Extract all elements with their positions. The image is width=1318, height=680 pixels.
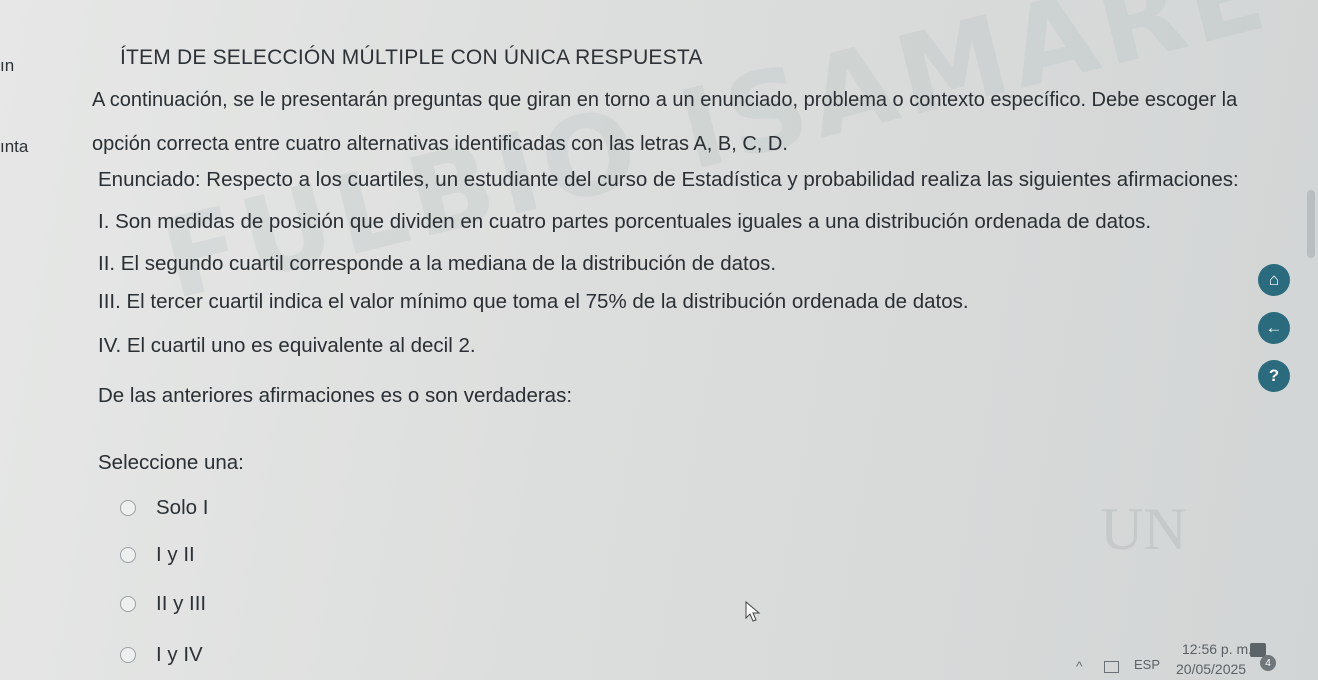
page-scrollbar[interactable] <box>1303 190 1318 620</box>
answer-option-b[interactable]: I y II <box>120 541 195 569</box>
select-one-label: Seleccione una: <box>98 451 244 474</box>
notification-count-badge: 4 <box>1260 655 1276 671</box>
radio-button[interactable] <box>120 647 136 663</box>
answer-option-c[interactable]: II y III <box>120 590 206 618</box>
radio-button[interactable] <box>120 547 136 563</box>
answer-option-d[interactable]: I y IV <box>120 641 203 669</box>
statement-2: II. El segundo cuartil corresponde a la … <box>98 252 777 275</box>
answer-option-a[interactable]: Solo I <box>120 494 208 522</box>
left-navigation-column: ın ınta <box>0 0 80 680</box>
answer-option-label[interactable]: I y II <box>156 543 195 567</box>
scrollbar-thumb[interactable] <box>1307 190 1315 258</box>
display-icon[interactable] <box>1104 661 1119 673</box>
answer-option-label[interactable]: II y III <box>156 592 206 616</box>
language-indicator[interactable]: ESP <box>1134 657 1160 672</box>
sidebar-item-label[interactable]: ınta <box>0 137 28 157</box>
statement-1: I. Son medidas de posición que dividen e… <box>98 210 1152 233</box>
home-button[interactable]: ⌂ <box>1258 264 1290 296</box>
question-content: ÍTEM DE SELECCIÓN MÚLTIPLE CON ÚNICA RES… <box>90 0 1270 680</box>
question-prompt: De las anteriores afirmaciones es o son … <box>98 384 573 407</box>
answer-option-label[interactable]: I y IV <box>156 643 203 667</box>
clock-time[interactable]: 12:56 p. m. <box>1182 641 1252 657</box>
help-button[interactable]: ? <box>1258 360 1290 392</box>
question-instructions: A continuación, se le presentarán pregun… <box>92 78 1262 166</box>
instructions-line: opción correcta entre cuatro alternativa… <box>92 133 788 155</box>
back-button[interactable]: ← <box>1258 312 1290 344</box>
statement-3: III. El tercer cuartil indica el valor m… <box>98 290 969 313</box>
radio-button[interactable] <box>120 596 136 612</box>
instructions-line: A continuación, se le presentarán pregun… <box>92 89 1238 111</box>
clock-date[interactable]: 20/05/2025 <box>1176 661 1246 677</box>
answer-option-label[interactable]: Solo I <box>156 496 208 520</box>
sidebar-item-label[interactable]: ın <box>0 56 14 76</box>
help-icon: ? <box>1268 366 1280 385</box>
home-icon: ⌂ <box>1268 270 1280 289</box>
question-stem: Enunciado: Respecto a los cuartiles, un … <box>98 168 1239 191</box>
mouse-cursor-icon <box>745 600 761 622</box>
radio-button[interactable] <box>120 500 136 516</box>
back-arrow-icon: ← <box>1265 318 1283 337</box>
show-hidden-icons-chevron-icon[interactable]: ^ <box>1076 658 1083 674</box>
statement-4: IV. El cuartil uno es equivalente al dec… <box>98 334 476 357</box>
question-heading: ÍTEM DE SELECCIÓN MÚLTIPLE CON ÚNICA RES… <box>120 46 703 69</box>
system-tray: ^ ESP 12:56 p. m. 20/05/2025 4 <box>1070 615 1318 680</box>
